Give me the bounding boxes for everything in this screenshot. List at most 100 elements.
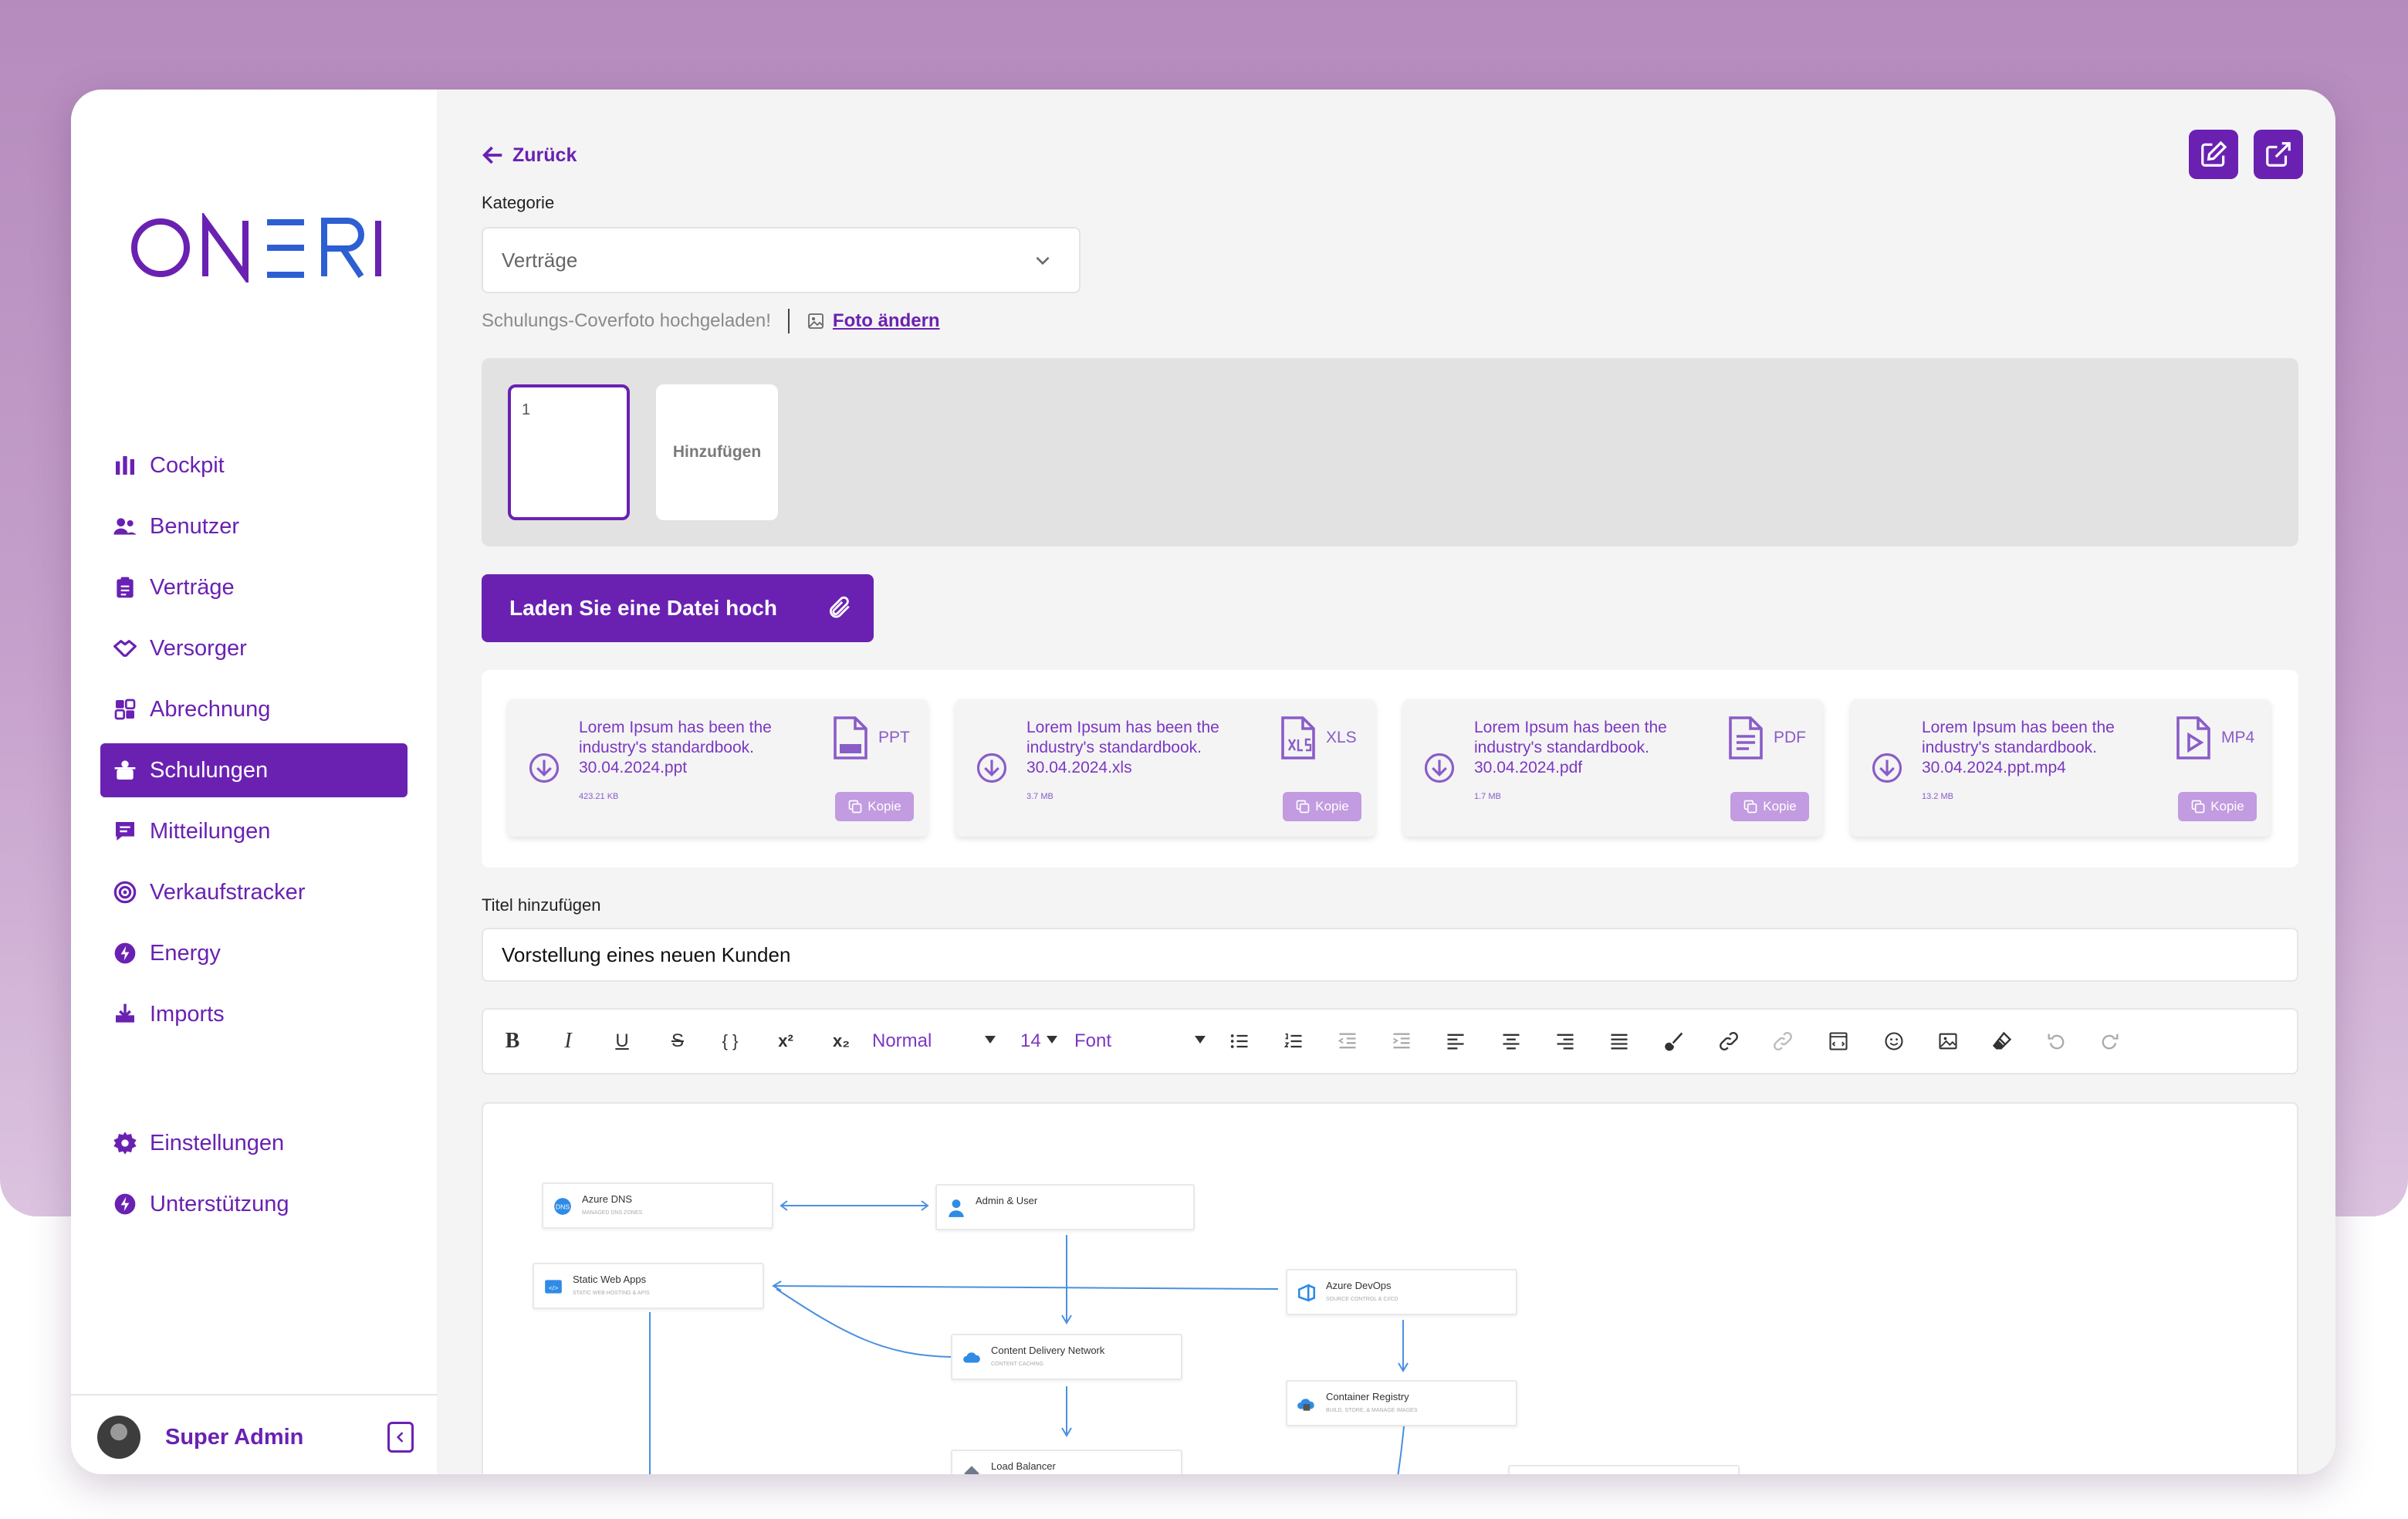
collapse-sidebar-button[interactable] <box>387 1422 414 1453</box>
redo-icon <box>2102 1034 2119 1050</box>
file-card[interactable]: Lorem Ipsum has been the industry's stand… <box>508 699 928 837</box>
nav-item-unterstuetzung[interactable]: Unterstützung <box>100 1177 408 1231</box>
dropdown-caret-icon <box>1047 1036 1057 1044</box>
bullet-list-button[interactable] <box>1224 1022 1255 1061</box>
download-icon[interactable] <box>976 752 1008 784</box>
nav-item-verkaufstracker[interactable]: Verkaufstracker <box>100 865 408 919</box>
nav-item-energy[interactable]: Energy <box>100 926 408 980</box>
add-slide-button[interactable]: Hinzufügen <box>656 384 778 520</box>
dns-icon: DNS <box>554 1198 571 1215</box>
video-file-icon <box>2176 716 2210 760</box>
nav-item-benutzer[interactable]: Benutzer <box>100 499 408 553</box>
diagram-node: DNS Azure DNS MANAGED DNS ZONES <box>542 1182 773 1229</box>
file-card[interactable]: Lorem Ipsum has been the industry's stand… <box>1403 699 1823 837</box>
edit-button[interactable] <box>2189 130 2238 179</box>
load-balancer-icon <box>964 1466 979 1474</box>
download-icon[interactable] <box>528 752 560 784</box>
copy-button[interactable]: Kopie <box>1283 792 1361 821</box>
back-label: Zurück <box>512 144 577 166</box>
nav-item-versorger[interactable]: Versorger <box>100 621 408 675</box>
nav-item-einstellungen[interactable]: Einstellungen <box>100 1116 408 1170</box>
outdent-button[interactable] <box>1332 1022 1363 1061</box>
change-photo-label: Foto ändern <box>832 310 940 331</box>
emoji-button[interactable] <box>1879 1022 1909 1061</box>
file-description: Lorem Ipsum has been the industry's stand… <box>579 719 772 776</box>
italic-button[interactable]: I <box>553 1022 583 1061</box>
clear-format-button[interactable] <box>1987 1022 2017 1061</box>
insert-link-button[interactable] <box>1713 1022 1744 1061</box>
nav-label: Verkaufstracker <box>150 879 306 905</box>
change-photo-link[interactable]: Foto ändern <box>807 310 940 332</box>
file-size: 1.7 MB <box>1474 792 1501 801</box>
subscript-button[interactable]: x₂ <box>826 1022 857 1061</box>
registry-icon <box>1297 1399 1314 1411</box>
target-icon <box>111 878 139 906</box>
paragraph-style-value: Normal <box>872 1030 932 1051</box>
align-left-button[interactable] <box>1440 1022 1471 1061</box>
open-external-button[interactable] <box>2254 130 2303 179</box>
editor-content[interactable]: DNS Azure DNS MANAGED DNS ZONES Admin & … <box>482 1102 2298 1474</box>
insert-image-button[interactable] <box>1933 1022 1963 1061</box>
nav-label: Mitteilungen <box>150 818 271 844</box>
divider <box>787 309 790 333</box>
nav-label: Schulungen <box>150 757 269 783</box>
nav-item-mitteilungen[interactable]: Mitteilungen <box>100 804 408 858</box>
paragraph-style-select[interactable]: Normal <box>872 1022 996 1061</box>
nav-item-abrechnung[interactable]: Abrechnung <box>100 682 408 736</box>
cover-status-text: Schulungs-Coverfoto hochgeladen! <box>482 310 771 331</box>
title-label: Titel hinzufügen <box>482 895 601 915</box>
copy-button[interactable]: Kopie <box>835 792 914 821</box>
nav-label: Energy <box>150 940 221 966</box>
numbered-list-button[interactable] <box>1278 1022 1309 1061</box>
xls-file-icon <box>1281 716 1315 760</box>
indent-icon <box>1393 1033 1410 1049</box>
unlink-button[interactable] <box>1767 1022 1798 1061</box>
clipboard-icon <box>111 573 139 601</box>
svg-text:DNS: DNS <box>556 1203 570 1210</box>
copy-button[interactable]: Kopie <box>2178 792 2257 821</box>
align-right-button[interactable] <box>1550 1022 1581 1061</box>
file-card[interactable]: Lorem Ipsum has been the industry's stand… <box>1851 699 2271 837</box>
strikethrough-button[interactable]: S <box>662 1022 693 1061</box>
diagram-node: Load Balancer <box>951 1450 1182 1474</box>
align-center-button[interactable] <box>1496 1022 1527 1061</box>
nav-label: Benutzer <box>150 513 240 539</box>
user-icon <box>949 1199 964 1217</box>
bullet-list-icon <box>1230 1034 1248 1048</box>
back-link[interactable]: Zurück <box>480 142 577 168</box>
font-select[interactable]: Font <box>1074 1022 1206 1061</box>
file-type: PDF <box>1774 729 1806 746</box>
title-input[interactable]: Vorstellung eines neuen Kunden <box>482 928 2298 982</box>
edit-icon <box>2201 140 2227 167</box>
superscript-button[interactable]: x² <box>770 1022 801 1061</box>
file-description: Lorem Ipsum has been the industry's stand… <box>1474 719 1667 776</box>
bold-button[interactable]: B <box>497 1022 528 1061</box>
nav-item-schulungen[interactable]: Schulungen <box>100 743 408 797</box>
download-icon[interactable] <box>1423 752 1456 784</box>
nav-item-vertraege[interactable]: Verträge <box>100 560 408 614</box>
nav-item-cockpit[interactable]: Cockpit <box>100 438 408 492</box>
embed-button[interactable] <box>1823 1022 1854 1061</box>
message-icon <box>111 817 139 845</box>
file-card[interactable]: Lorem Ipsum has been the industry's stand… <box>955 699 1375 837</box>
align-justify-button[interactable] <box>1604 1022 1635 1061</box>
chart-bars-icon <box>111 452 139 479</box>
upload-file-button[interactable]: Laden Sie eine Datei hoch <box>482 574 874 642</box>
redo-button[interactable] <box>2095 1022 2126 1061</box>
category-select[interactable]: Verträge <box>482 227 1081 293</box>
indent-button[interactable] <box>1386 1022 1417 1061</box>
slide-thumbnail[interactable]: 1 <box>508 384 630 520</box>
download-icon[interactable] <box>1871 752 1903 784</box>
text-color-button[interactable] <box>1659 1022 1690 1061</box>
avatar[interactable] <box>97 1416 140 1459</box>
font-size-select[interactable]: 14 <box>1020 1022 1057 1061</box>
embed-icon <box>1829 1032 1848 1050</box>
underline-button[interactable]: U <box>607 1022 638 1061</box>
nav-label: Verträge <box>150 574 235 600</box>
code-button[interactable]: { } <box>715 1022 746 1061</box>
undo-button[interactable] <box>2041 1022 2071 1061</box>
copy-button[interactable]: Kopie <box>1730 792 1809 821</box>
undo-icon <box>2048 1034 2065 1050</box>
nav-item-imports[interactable]: Imports <box>100 987 408 1041</box>
user-profile[interactable]: Super Admin <box>97 1412 414 1462</box>
